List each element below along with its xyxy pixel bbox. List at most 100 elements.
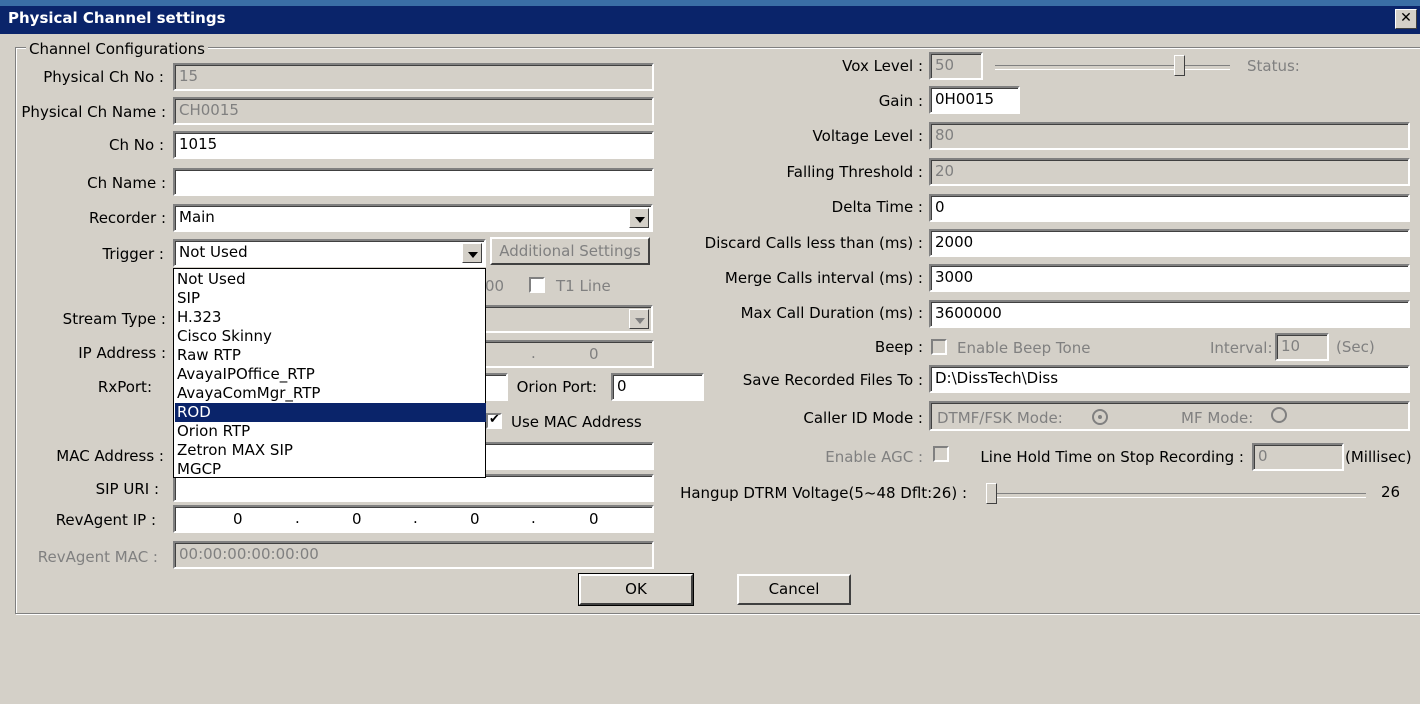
status-label: Status:: [1247, 57, 1300, 75]
trigger-option[interactable]: AvayaIPOffice_RTP: [175, 365, 486, 384]
use-mac-label: Use MAC Address: [511, 413, 642, 431]
interval-field: 10: [1275, 333, 1329, 361]
gain-field[interactable]: 0H0015: [929, 86, 1020, 114]
revagent-ip-label: RevAgent IP :: [55, 511, 156, 529]
trigger-label: Trigger :: [102, 245, 164, 263]
line-hold-unit: (Millisec): [1345, 448, 1412, 466]
trigger-option[interactable]: Raw RTP: [175, 346, 486, 365]
vox-level-label: Vox Level :: [842, 57, 923, 75]
save-files-field[interactable]: D:\DissTech\Diss: [929, 365, 1410, 393]
recorder-combo[interactable]: Main: [173, 204, 653, 232]
beep-label: Beep :: [874, 338, 923, 356]
recorder-value: Main: [179, 208, 215, 226]
ip-dot: .: [413, 509, 418, 527]
chevron-down-icon[interactable]: [629, 208, 649, 228]
enable-beep-checkbox: [931, 339, 947, 355]
hangup-voltage-label: Hangup DTRM Voltage(5~48 Dflt:26) :: [680, 484, 967, 502]
delta-time-label: Delta Time :: [831, 198, 923, 216]
dtmf-mode-label: DTMF/FSK Mode:: [937, 409, 1063, 427]
ch-name-field[interactable]: [173, 168, 654, 196]
trigger-option[interactable]: SIP: [175, 289, 486, 308]
partial-hidden-text: 00: [485, 277, 505, 295]
ch-no-field[interactable]: 1015: [173, 131, 654, 159]
mac-address-label: MAC Address :: [56, 447, 164, 465]
line-hold-field: 0: [1252, 443, 1344, 471]
ip-dot: .: [295, 509, 300, 527]
vox-level-field: 50: [929, 52, 983, 80]
background-window-strip: [0, 0, 1420, 6]
sip-uri-label: SIP URI :: [95, 480, 159, 498]
merge-calls-label: Merge Calls interval (ms) :: [724, 269, 923, 287]
t1-line-label: T1 Line: [556, 277, 611, 295]
ip-octet-4: 0: [589, 510, 599, 528]
title-bar: Physical Channel settings ✕: [0, 0, 1420, 34]
stream-type-label: Stream Type :: [62, 310, 166, 328]
save-files-label: Save Recorded Files To :: [742, 371, 923, 389]
falling-threshold-label: Falling Threshold :: [786, 163, 924, 181]
hangup-voltage-value: 26: [1381, 483, 1401, 501]
vox-level-slider-thumb[interactable]: [1174, 55, 1186, 76]
ip-dot: .: [531, 509, 536, 527]
ip-octet-3: 0: [470, 510, 480, 528]
hangup-voltage-slider-track[interactable]: [989, 493, 1366, 498]
trigger-option[interactable]: AvayaComMgr_RTP: [175, 384, 486, 403]
hangup-voltage-slider-thumb[interactable]: [986, 483, 997, 504]
max-call-duration-field[interactable]: 3600000: [929, 300, 1410, 328]
ip-octet-2: 0: [352, 510, 362, 528]
additional-settings-button[interactable]: Additional Settings: [490, 237, 650, 265]
voltage-level-field: 80: [929, 122, 1410, 150]
trigger-option[interactable]: Orion RTP: [175, 422, 486, 441]
chevron-down-icon: [629, 309, 649, 329]
use-mac-checkbox[interactable]: [486, 412, 502, 429]
cancel-button[interactable]: Cancel: [737, 574, 851, 605]
trigger-combo[interactable]: Not Used: [173, 239, 486, 267]
ok-button[interactable]: OK: [578, 573, 694, 606]
ip-octet-4: 0: [589, 345, 599, 363]
close-icon[interactable]: ✕: [1395, 9, 1417, 29]
physical-ch-name-field: CH0015: [173, 97, 654, 125]
trigger-option[interactable]: Zetron MAX SIP: [175, 441, 486, 460]
orion-port-field[interactable]: 0: [611, 373, 704, 401]
caller-id-mode-label: Caller ID Mode :: [803, 409, 923, 427]
dtmf-mode-radio: [1092, 409, 1108, 425]
interval-unit: (Sec): [1336, 338, 1375, 356]
delta-time-field[interactable]: 0: [929, 194, 1410, 222]
caller-id-mode-box: DTMF/FSK Mode: MF Mode:: [929, 401, 1410, 431]
physical-ch-no-field: 15: [173, 63, 654, 91]
enable-agc-label: Enable AGC :: [825, 448, 923, 466]
mf-mode-label: MF Mode:: [1181, 409, 1254, 427]
orion-port-label: Orion Port:: [516, 378, 597, 396]
trigger-value: Not Used: [179, 243, 248, 261]
max-call-duration-label: Max Call Duration (ms) :: [740, 304, 923, 322]
vox-level-slider-track[interactable]: [995, 65, 1230, 70]
line-hold-label: Line Hold Time on Stop Recording :: [980, 448, 1244, 466]
interval-label: Interval:: [1210, 339, 1273, 357]
discard-calls-label: Discard Calls less than (ms) :: [704, 234, 923, 252]
physical-ch-name-label: Physical Ch Name :: [21, 103, 166, 121]
physical-ch-no-label: Physical Ch No :: [43, 68, 164, 86]
rxport-label: RxPort:: [97, 378, 152, 396]
revagent-ip-field[interactable]: 0 . 0 . 0 . 0: [173, 505, 654, 533]
ip-octet-1: 0: [233, 510, 243, 528]
trigger-dropdown-list: Not Used SIP H.323 Cisco Skinny Raw RTP …: [173, 268, 486, 478]
window-title: Physical Channel settings: [8, 9, 226, 27]
chevron-down-icon[interactable]: [462, 243, 482, 263]
discard-calls-field[interactable]: 2000: [929, 229, 1410, 257]
ch-name-label: Ch Name :: [87, 174, 166, 192]
revagent-mac-field: 00:00:00:00:00:00: [173, 541, 654, 569]
ip-address-label: IP Address :: [78, 344, 166, 362]
voltage-level-label: Voltage Level :: [812, 127, 923, 145]
merge-calls-field[interactable]: 3000: [929, 264, 1410, 292]
trigger-option[interactable]: Not Used: [175, 270, 486, 289]
group-legend: Channel Configurations: [26, 40, 208, 58]
trigger-option[interactable]: MGCP: [175, 460, 486, 479]
trigger-option[interactable]: Cisco Skinny: [175, 327, 486, 346]
trigger-option[interactable]: H.323: [175, 308, 486, 327]
trigger-option-selected[interactable]: ROD: [175, 403, 486, 422]
enable-beep-label: Enable Beep Tone: [957, 339, 1091, 357]
recorder-label: Recorder :: [88, 209, 166, 227]
mf-mode-radio: [1271, 407, 1287, 423]
revagent-mac-label: RevAgent MAC :: [37, 548, 158, 566]
enable-agc-checkbox: [933, 446, 949, 462]
t1-line-checkbox[interactable]: [529, 277, 545, 293]
